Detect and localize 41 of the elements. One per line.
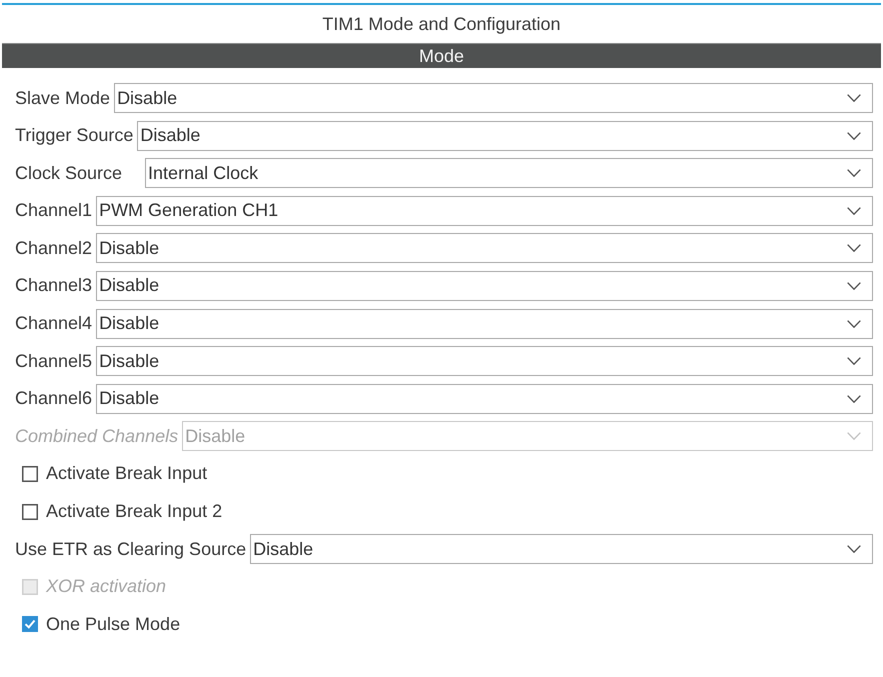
dropdown[interactable]: Disable [250,534,873,564]
dropdown[interactable]: Disable [96,233,873,264]
field-label: Use ETR as Clearing Source [15,538,246,560]
chevron-down-icon [847,394,861,403]
field-label: Combined Channels [15,426,178,447]
chevron-down-icon [847,432,861,440]
checkbox-label: Activate Break Input [46,463,208,484]
field-label: Clock Source [15,162,122,184]
checkbox[interactable] [22,616,38,632]
panel-title: TIM1 Mode and Configuration [321,13,562,36]
chevron-down-icon [847,545,861,554]
checkbox-label: XOR activation [46,576,166,598]
checkbox[interactable] [22,504,38,520]
section-header: Mode [2,43,881,68]
checkbox-label: One Pulse Mode [46,614,180,635]
chevron-down-icon [847,357,861,366]
field-label: Channel3 [15,275,92,296]
chevron-down-icon [847,244,861,252]
chevron-down-icon [847,282,861,290]
field-label: Channel4 [15,313,92,334]
chevron-down-icon [847,320,861,328]
chevron-down-icon [847,94,861,102]
chevron-down-icon [847,132,861,140]
field-label: Channel1 [15,200,92,222]
field-label: Channel2 [15,238,92,259]
dropdown[interactable]: Disable [96,384,873,414]
checkbox[interactable] [22,466,38,482]
dropdown[interactable]: Disable [137,120,873,151]
dropdown[interactable]: Disable [96,346,873,376]
field-label: Trigger Source [15,125,134,146]
dropdown[interactable]: Disable [96,270,873,301]
dropdown[interactable]: PWM Generation CH1 [96,196,873,226]
dropdown[interactable]: Disable [96,308,873,339]
field-label: Channel5 [15,350,92,372]
field-label: Channel6 [15,388,92,410]
checkbox-label: Activate Break Input 2 [46,501,222,522]
dropdown[interactable]: Internal Clock [145,158,873,188]
chevron-down-icon [847,169,861,178]
field-label: Slave Mode [15,88,110,108]
chevron-down-icon [847,206,861,215]
dropdown[interactable]: Disable [114,83,873,113]
